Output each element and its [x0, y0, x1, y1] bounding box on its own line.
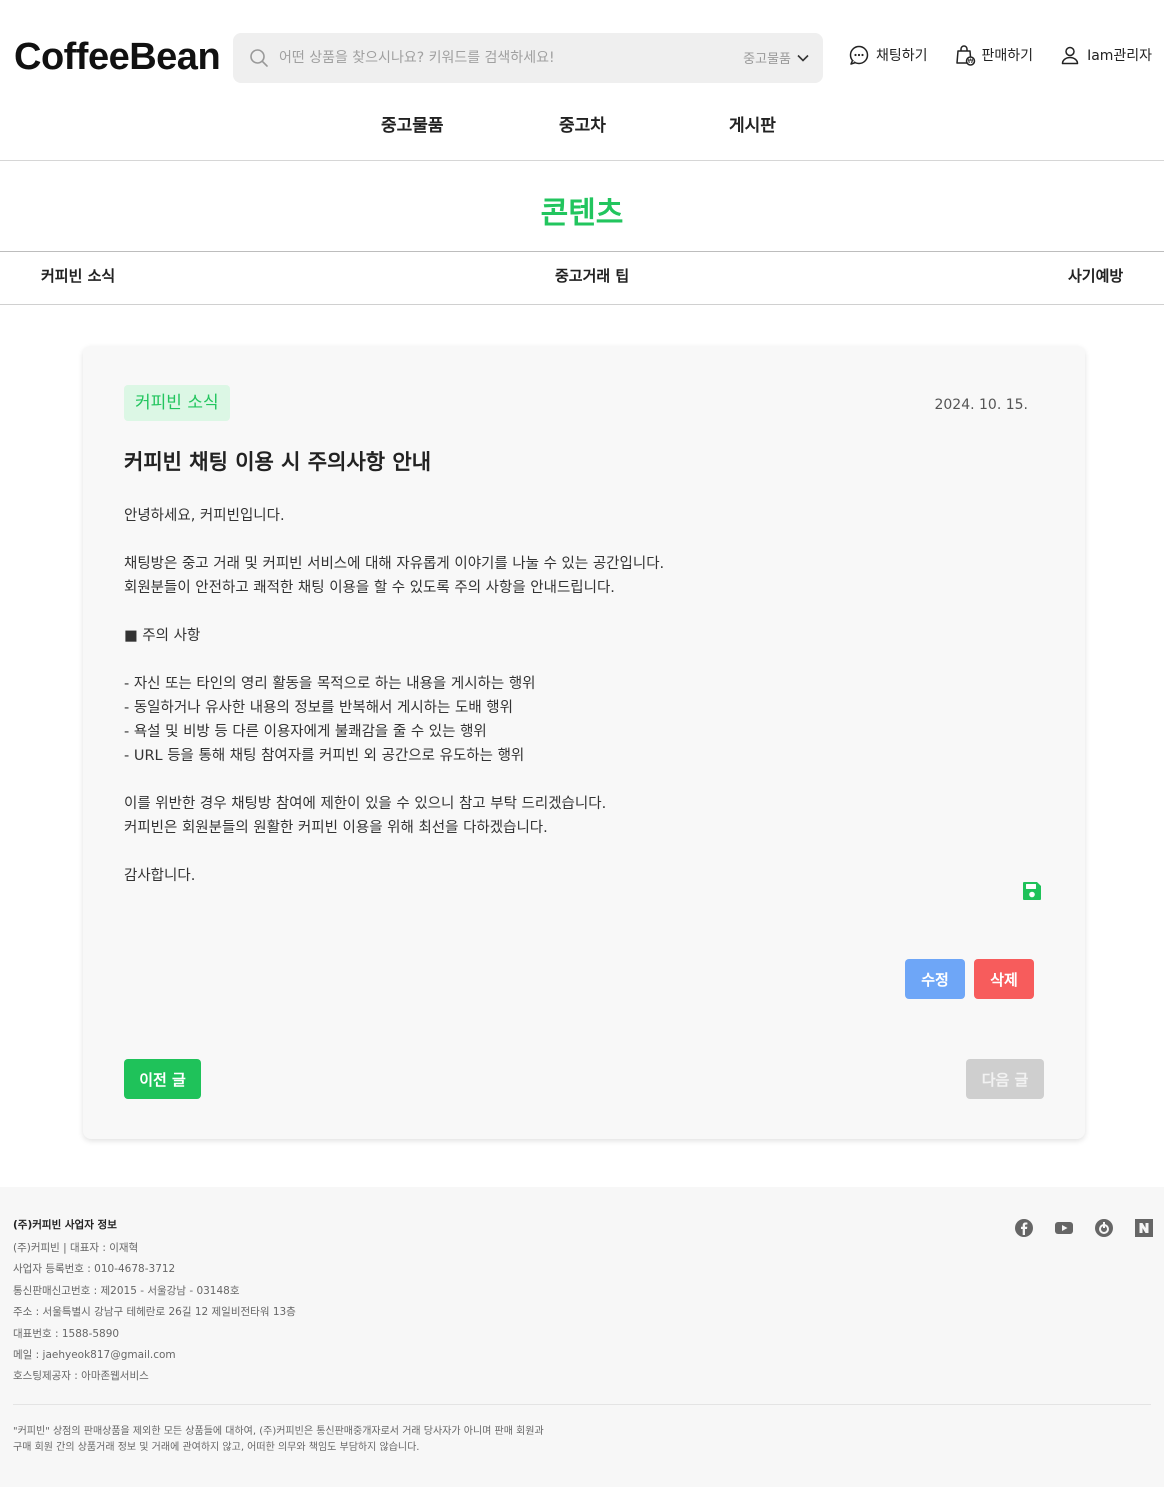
- header-links: 채팅하기 ₩ 판매하기 Iam관리자: [848, 44, 1152, 66]
- post-body-line: - 욕설 및 비방 등 다른 이용자에게 불쾌감을 줄 수 있는 행위: [124, 724, 487, 740]
- footer-info-line: 호스팅제공자 : 아마존웹서비스: [13, 1370, 149, 1383]
- chat-link[interactable]: 채팅하기: [848, 44, 928, 66]
- post-body-line: [124, 840, 1024, 864]
- user-link[interactable]: Iam관리자: [1059, 44, 1152, 66]
- blog-icon[interactable]: [1094, 1218, 1114, 1238]
- footer-info-line: 사업자 등록번호 : 010-4678-3712: [13, 1263, 176, 1276]
- footer-business-info: (주)커피빈 | 대표자 : 이재혁 사업자 등록번호 : 010-4678-3…: [13, 1238, 296, 1388]
- post-body: 안녕하세요, 커피빈입니다. 채팅방은 중고 거래 및 커피빈 서비스에 대해 …: [124, 504, 1024, 888]
- post-card: 커피빈 소식 2024. 10. 15. 커피빈 채팅 이용 시 주의사항 안내…: [83, 346, 1085, 1139]
- post-category-badge: 커피빈 소식: [124, 385, 230, 421]
- post-body-line: 이를 위반한 경우 채팅방 참여에 제한이 있을 수 있으니 참고 부탁 드리겠…: [124, 796, 607, 812]
- post-date: 2024. 10. 15.: [934, 397, 1028, 413]
- main-nav: 중고물품 중고차 게시판: [0, 111, 1164, 137]
- nav-item-board[interactable]: 게시판: [729, 111, 776, 136]
- post-body-line: [124, 600, 1024, 624]
- footer-heading: (주)커피빈 사업자 정보: [13, 1219, 117, 1231]
- post-body-line: [124, 528, 1024, 552]
- search-input[interactable]: [279, 45, 699, 71]
- footer-info-line: 메일 : jaehyeok817@gmail.com: [13, 1348, 176, 1361]
- youtube-icon[interactable]: [1054, 1218, 1074, 1238]
- post-body-line: 안녕하세요, 커피빈입니다.: [124, 508, 285, 524]
- search-bar: 중고물품: [233, 33, 823, 83]
- post-body-line: [124, 768, 1024, 792]
- footer-info-line: 대표번호 : 1588-5890: [13, 1327, 120, 1340]
- prev-post-button[interactable]: 이전 글: [124, 1059, 201, 1099]
- tab-fraud-prevention[interactable]: 사기예방: [1068, 265, 1123, 286]
- svg-text:₩: ₩: [967, 58, 973, 65]
- chat-link-label: 채팅하기: [876, 48, 928, 64]
- post-body-line: - 동일하거나 유사한 내용의 정보를 반복해서 게시하는 도배 행위: [124, 700, 513, 716]
- content-tabs: 커피빈 소식 중고거래 팁 사기예방: [0, 251, 1164, 305]
- footer-info-line: 주소 : 서울특별시 강남구 테헤란로 26길 12 제일비전타워 13층: [13, 1306, 296, 1319]
- shopping-bag-icon: ₩: [955, 45, 975, 66]
- user-icon: [1061, 46, 1079, 65]
- naver-icon[interactable]: [1134, 1218, 1154, 1238]
- post-body-line: - 자신 또는 타인의 영리 활동을 목적으로 하는 내용을 게시하는 행위: [124, 676, 536, 692]
- user-link-label: Iam관리자: [1087, 48, 1153, 64]
- footer-disclaimer: "커피빈" 상점의 판매상품을 제외한 모든 상품들에 대하여, (주)커피빈은…: [13, 1424, 544, 1456]
- logo[interactable]: CoffeeBean: [14, 36, 221, 79]
- search-category-select[interactable]: 중고물품: [743, 48, 809, 67]
- post-body-line: - URL 등을 통해 채팅 참여자를 커피빈 외 공간으로 유도하는 행위: [124, 748, 525, 764]
- chevron-down-icon: [797, 54, 809, 62]
- social-links: [1014, 1218, 1154, 1238]
- sell-link[interactable]: ₩ 판매하기: [954, 44, 1034, 66]
- search-icon[interactable]: [249, 48, 269, 68]
- nav-item-used-goods[interactable]: 중고물품: [381, 111, 444, 136]
- site-header: CoffeeBean 중고물품 채팅하기: [0, 0, 1164, 161]
- post-title: 커피빈 채팅 이용 시 주의사항 안내: [124, 450, 432, 474]
- post-body-line: [124, 648, 1024, 672]
- footer-info-line: (주)커피빈 | 대표자 : 이재혁: [13, 1242, 139, 1254]
- search-category-label: 중고물품: [743, 52, 791, 67]
- facebook-icon[interactable]: [1014, 1218, 1034, 1238]
- sell-link-label: 판매하기: [981, 48, 1034, 64]
- footer-disclaimer-line: 구매 회원 간의 상품거래 정보 및 거래에 관여하지 않고, 어떠한 의무와 …: [13, 1442, 420, 1453]
- chat-icon: [849, 45, 869, 65]
- footer-disclaimer-line: "커피빈" 상점의 판매상품을 제외한 모든 상품들에 대하여, (주)커피빈은…: [13, 1426, 544, 1437]
- post-body-line: 회원분들이 안전하고 쾌적한 채팅 이용을 할 수 있도록 주의 사항을 안내드…: [124, 580, 615, 596]
- post-body-line: 채팅방은 중고 거래 및 커피빈 서비스에 대해 자유롭게 이야기를 나눌 수 …: [124, 556, 665, 572]
- site-footer: (주)커피빈 사업자 정보 (주)커피빈 | 대표자 : 이재혁 사업자 등록번…: [0, 1187, 1164, 1487]
- nav-item-used-cars[interactable]: 중고차: [559, 111, 606, 136]
- post-body-line: 커피빈은 회원분들의 원활한 커피빈 이용을 위해 최선을 다하겠습니다.: [124, 820, 548, 836]
- tab-trade-tips[interactable]: 중고거래 팁: [555, 265, 629, 286]
- delete-button[interactable]: 삭제: [974, 959, 1034, 999]
- footer-info-line: 통신판매신고번호 : 제2015 - 서울강남 - 03148호: [13, 1284, 240, 1297]
- edit-button[interactable]: 수정: [905, 959, 965, 999]
- post-body-line: ■ 주의 사항: [124, 628, 201, 644]
- tab-coffeebean-news[interactable]: 커피빈 소식: [41, 265, 115, 286]
- next-post-button[interactable]: 다음 글: [966, 1059, 1044, 1099]
- save-icon[interactable]: [1020, 879, 1044, 903]
- post-body-line: 감사합니다.: [124, 868, 196, 884]
- page-title: 콘텐츠: [540, 196, 624, 231]
- footer-divider: [13, 1404, 1151, 1405]
